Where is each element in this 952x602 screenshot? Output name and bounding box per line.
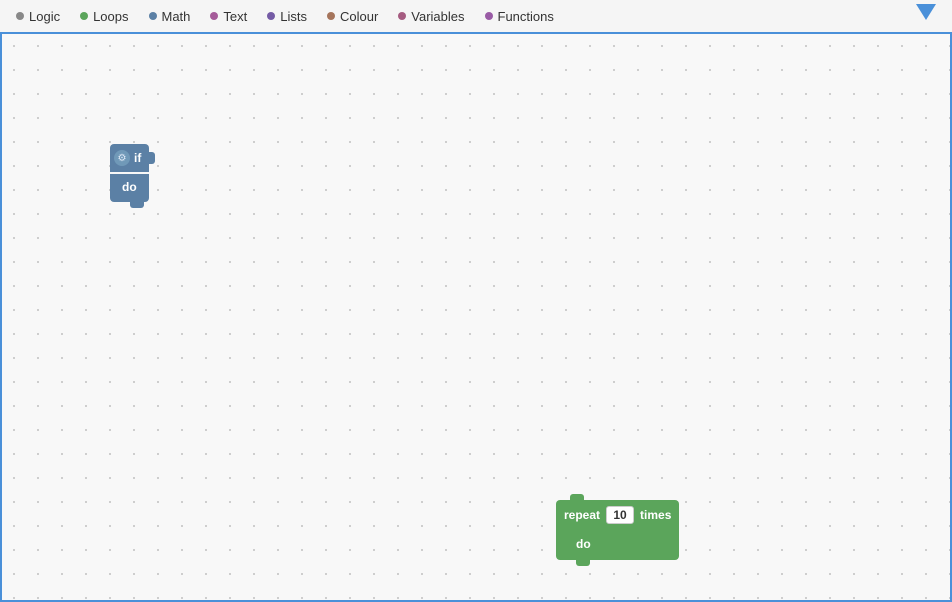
tab-text-label: Text: [223, 9, 247, 24]
repeat-label-pre: repeat: [564, 508, 600, 522]
math-dot: [149, 12, 157, 20]
colour-dot: [327, 12, 335, 20]
repeat-do-label: do: [576, 537, 591, 551]
tab-logic-label: Logic: [29, 9, 60, 24]
tab-loops-label: Loops: [93, 9, 128, 24]
tab-math-label: Math: [162, 9, 191, 24]
tab-lists-label: Lists: [280, 9, 307, 24]
tab-colour-label: Colour: [340, 9, 378, 24]
logic-dot: [16, 12, 24, 20]
repeat-label-post: times: [640, 508, 671, 522]
tab-functions-label: Functions: [498, 9, 554, 24]
variables-dot: [398, 12, 406, 20]
tab-lists[interactable]: Lists: [257, 5, 317, 28]
block-canvas: if do repeat 10 times do: [0, 34, 952, 602]
repeat-block-bottom: do: [556, 530, 679, 560]
tab-logic[interactable]: Logic: [6, 5, 70, 28]
tab-variables[interactable]: Variables: [388, 5, 474, 28]
tab-functions[interactable]: Functions: [475, 5, 564, 28]
tab-variables-label: Variables: [411, 9, 464, 24]
toolbar: Logic Loops Math Text Lists Colour Varia…: [0, 0, 952, 34]
gear-icon[interactable]: [114, 150, 130, 166]
do-label: do: [122, 180, 137, 194]
repeat-number-input[interactable]: 10: [606, 506, 634, 524]
tab-text[interactable]: Text: [200, 5, 257, 28]
text-dot: [210, 12, 218, 20]
functions-dot: [485, 12, 493, 20]
repeat-block[interactable]: repeat 10 times do: [556, 500, 679, 560]
lists-dot: [267, 12, 275, 20]
tab-loops[interactable]: Loops: [70, 5, 138, 28]
scroll-arrow-icon[interactable]: [916, 4, 936, 20]
tab-colour[interactable]: Colour: [317, 5, 388, 28]
if-block-bottom: do: [110, 174, 149, 202]
loops-dot: [80, 12, 88, 20]
repeat-block-top: repeat 10 times: [556, 500, 679, 530]
if-block-top: if: [110, 144, 149, 172]
if-block[interactable]: if do: [110, 144, 149, 202]
if-label: if: [134, 151, 141, 165]
tab-math[interactable]: Math: [139, 5, 201, 28]
